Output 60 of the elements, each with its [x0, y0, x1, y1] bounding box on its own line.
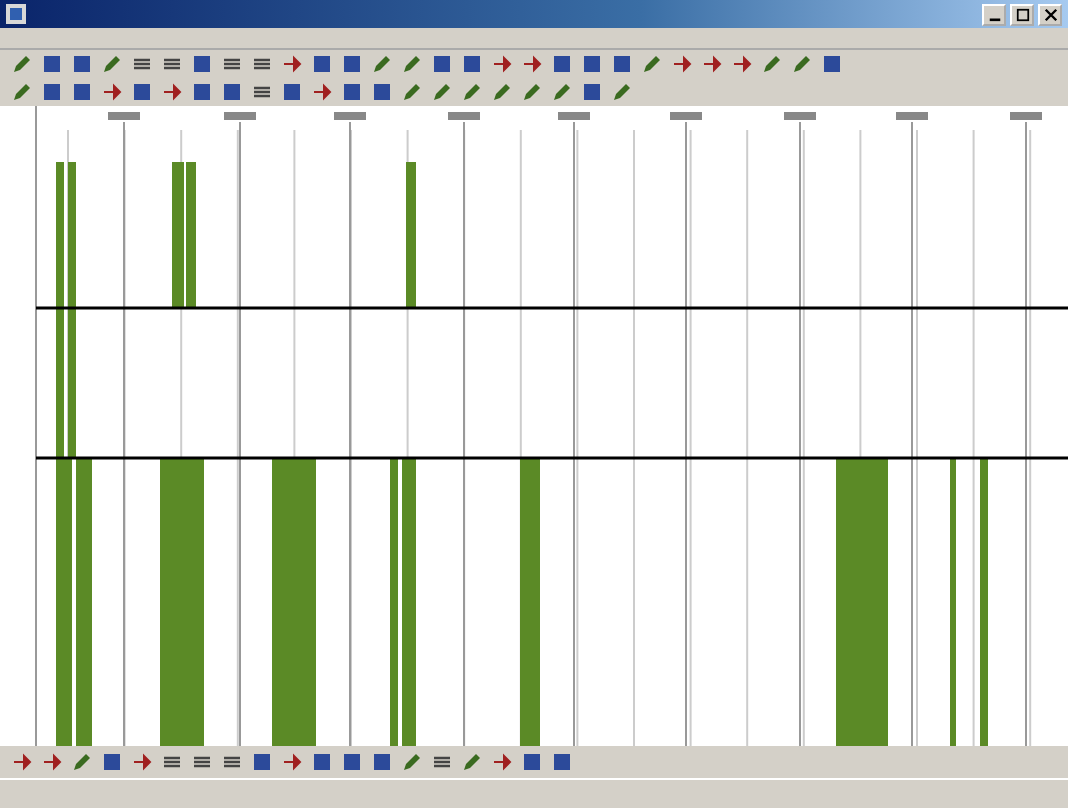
square-icon[interactable] [42, 82, 62, 102]
square-icon[interactable] [552, 54, 572, 74]
close-icon [1043, 7, 1057, 21]
lines-icon[interactable] [252, 54, 272, 74]
lines-icon[interactable] [432, 752, 452, 772]
square-icon[interactable] [72, 54, 92, 74]
square-icon[interactable] [42, 54, 62, 74]
close-button[interactable] [1038, 3, 1062, 25]
square-icon[interactable] [522, 752, 542, 772]
square-icon[interactable] [462, 54, 482, 74]
arrow-icon[interactable] [162, 82, 182, 102]
square-icon[interactable] [192, 54, 212, 74]
lines-icon[interactable] [162, 752, 182, 772]
square-icon[interactable] [432, 54, 452, 74]
pencil-icon[interactable] [402, 752, 422, 772]
lines-icon[interactable] [162, 54, 182, 74]
square-icon[interactable] [312, 54, 332, 74]
square-icon[interactable] [132, 82, 152, 102]
square-icon[interactable] [342, 82, 362, 102]
app-icon [6, 4, 26, 24]
square-icon[interactable] [72, 82, 92, 102]
time-marker [784, 112, 816, 120]
square-icon[interactable] [372, 82, 392, 102]
time-marker [1010, 112, 1042, 120]
lines-icon[interactable] [192, 752, 212, 772]
pencil-icon[interactable] [462, 752, 482, 772]
square-icon[interactable] [552, 752, 572, 772]
pencil-icon[interactable] [102, 54, 122, 74]
time-marker [558, 112, 590, 120]
arrow-icon[interactable] [282, 752, 302, 772]
square-icon[interactable] [222, 82, 242, 102]
lines-icon[interactable] [132, 54, 152, 74]
arrow-icon[interactable] [132, 752, 152, 772]
time-marker [670, 112, 702, 120]
square-icon[interactable] [342, 752, 362, 772]
square-icon[interactable] [372, 752, 392, 772]
square-icon[interactable] [612, 54, 632, 74]
square-icon[interactable] [282, 82, 302, 102]
time-marker [896, 112, 928, 120]
time-marker [448, 112, 480, 120]
square-icon[interactable] [582, 82, 602, 102]
square-icon[interactable] [252, 752, 272, 772]
lines-icon[interactable] [252, 82, 272, 102]
maximize-icon [1015, 7, 1029, 21]
square-icon[interactable] [312, 752, 332, 772]
lines-icon[interactable] [222, 752, 242, 772]
arrow-icon[interactable] [102, 82, 122, 102]
time-marker [334, 112, 366, 120]
time-marker [224, 112, 256, 120]
minimize-button[interactable] [982, 3, 1006, 25]
lines-icon[interactable] [222, 54, 242, 74]
square-icon[interactable] [102, 752, 122, 772]
pencil-icon[interactable] [72, 752, 92, 772]
square-icon[interactable] [582, 54, 602, 74]
square-icon[interactable] [192, 82, 212, 102]
arrow-icon[interactable] [492, 752, 512, 772]
square-icon[interactable] [822, 54, 842, 74]
square-icon[interactable] [342, 54, 362, 74]
maximize-button[interactable] [1010, 3, 1034, 25]
time-marker [108, 112, 140, 120]
